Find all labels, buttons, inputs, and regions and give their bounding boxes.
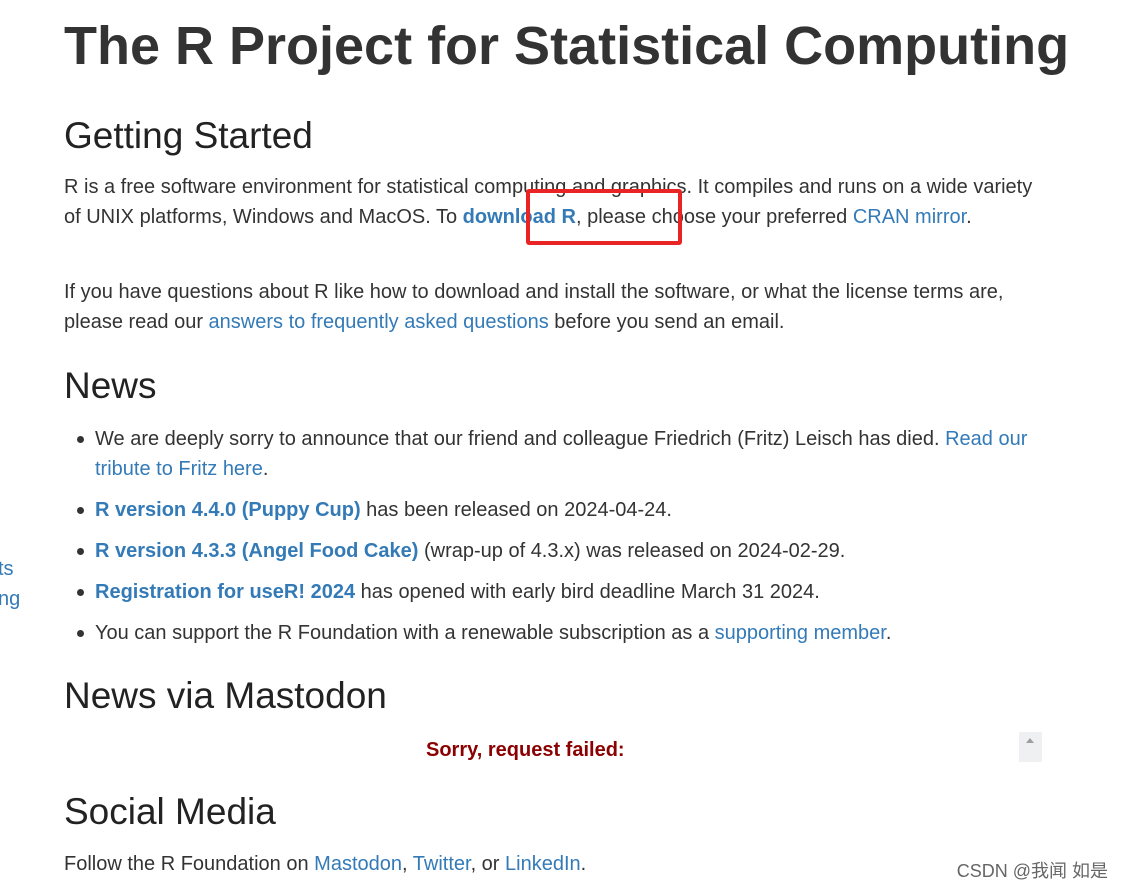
text: (wrap-up of 4.3.x) was released on 2024-… xyxy=(418,540,846,562)
news-list: We are deeply sorry to announce that our… xyxy=(64,424,1055,659)
text: We are deeply sorry to announce that our… xyxy=(95,428,946,450)
user-2024-registration-link[interactable]: Registration for useR! 2024 xyxy=(95,581,355,603)
social-media-heading: Social Media xyxy=(64,791,276,832)
faq-paragraph: If you have questions about R like how t… xyxy=(64,277,1034,337)
twitter-link[interactable]: Twitter xyxy=(413,853,471,875)
faq-link[interactable]: answers to frequently asked questions xyxy=(209,311,549,333)
sidebar-link-fragment[interactable]: ng xyxy=(0,584,20,614)
getting-started-heading: Getting Started xyxy=(64,115,313,156)
cran-mirror-link[interactable]: CRAN mirror xyxy=(853,206,966,228)
text: . xyxy=(580,853,587,875)
text: , please choose your preferred xyxy=(576,206,853,228)
text: before you send an email. xyxy=(548,311,785,333)
chevron-up-icon xyxy=(1026,738,1034,743)
social-media-paragraph: Follow the R Foundation on Mastodon, Twi… xyxy=(64,849,1034,879)
text: . xyxy=(262,458,269,480)
text: Follow the R Foundation on xyxy=(64,853,315,875)
text: You can support the R Foundation with a … xyxy=(95,622,715,644)
text: has opened with early bird deadline Marc… xyxy=(355,581,820,603)
text: . xyxy=(966,206,972,228)
mastodon-link[interactable]: Mastodon xyxy=(314,853,402,875)
r-440-link[interactable]: R version 4.4.0 (Puppy Cup) xyxy=(95,499,361,521)
supporting-member-link[interactable]: supporting member xyxy=(715,622,886,644)
page-title: The R Project for Statistical Computing xyxy=(64,16,1070,76)
news-heading: News xyxy=(64,365,157,406)
getting-started-paragraph: R is a free software environment for sta… xyxy=(64,172,1034,232)
mastodon-error-message: Sorry, request failed: xyxy=(426,739,625,761)
news-item: You can support the R Foundation with a … xyxy=(77,618,1055,648)
news-item: R version 4.3.3 (Angel Food Cake) (wrap-… xyxy=(77,536,1055,566)
news-item: R version 4.4.0 (Puppy Cup) has been rel… xyxy=(77,495,1055,525)
mastodon-heading: News via Mastodon xyxy=(64,675,387,716)
text: , xyxy=(402,853,413,875)
news-item: Registration for useR! 2024 has opened w… xyxy=(77,577,1055,607)
text: has been released on 2024-04-24. xyxy=(360,499,672,521)
download-r-link[interactable]: download R xyxy=(463,206,576,228)
linkedin-link[interactable]: LinkedIn xyxy=(505,853,581,875)
r-433-link[interactable]: R version 4.3.3 (Angel Food Cake) xyxy=(95,540,418,562)
text: , or xyxy=(470,853,506,875)
news-item: We are deeply sorry to announce that our… xyxy=(77,424,1055,484)
text: . xyxy=(885,622,892,644)
sidebar-link-fragment[interactable]: ts xyxy=(0,554,14,584)
mastodon-scroll-up-button[interactable] xyxy=(1019,732,1042,762)
csdn-watermark: CSDN @我闻 如是 xyxy=(956,861,1108,881)
